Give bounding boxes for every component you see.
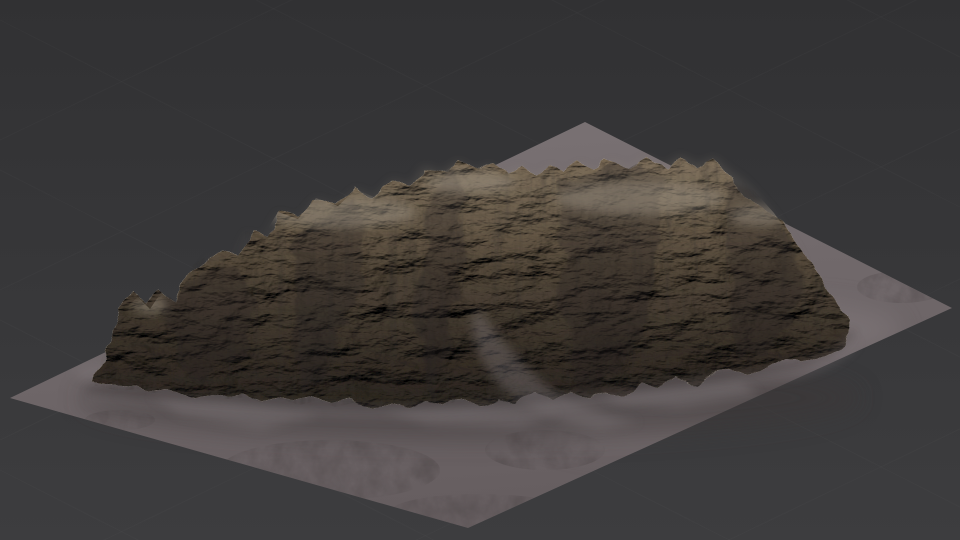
3d-viewport[interactable] <box>0 0 960 540</box>
terrain-render <box>0 0 960 540</box>
